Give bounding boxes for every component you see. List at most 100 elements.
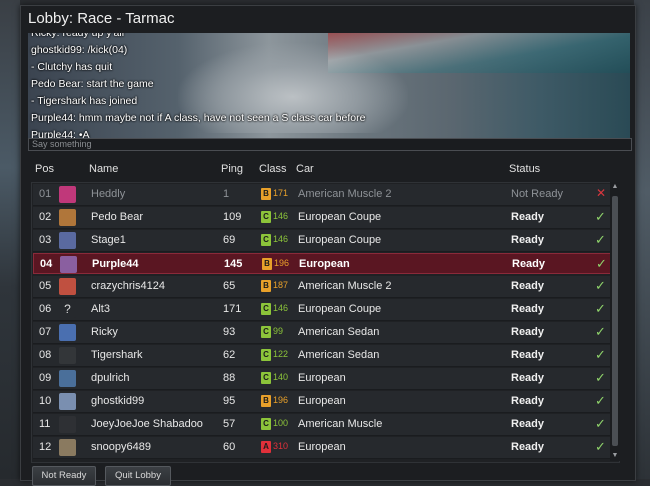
not-ready-button[interactable]: Not Ready [32, 466, 96, 486]
chat-line: Purple44: hmm maybe not if A class, have… [31, 112, 366, 124]
col-name: Name [89, 163, 119, 175]
class-badge: B [262, 258, 272, 270]
check-icon: ✓ [595, 301, 606, 316]
player-pos: 09 [39, 372, 52, 384]
performance-index: 171 [273, 188, 289, 198]
class-badge: B [261, 280, 271, 292]
player-name: snoopy6489 [91, 441, 151, 453]
check-icon: ✓ [596, 256, 607, 271]
player-car: European Coupe [298, 303, 382, 315]
player-pos: 04 [40, 258, 53, 270]
class-badge: C [261, 372, 271, 384]
player-pos: 05 [39, 280, 52, 292]
player-car: European [298, 441, 346, 453]
player-row[interactable]: 05 crazychris4124 65 B 187 American Muscle 2 R… [33, 276, 618, 298]
player-car: European [298, 395, 346, 407]
x-icon: ✕ [596, 186, 607, 200]
player-ping: 60 [223, 441, 236, 453]
player-pos: 11 [39, 418, 51, 430]
scroll-down-icon[interactable]: ▼ [610, 451, 620, 461]
player-status: Ready [511, 441, 545, 453]
player-row[interactable]: 06? Alt3 171 C 146 European Coupe Ready ✓ [33, 299, 618, 321]
player-ping: 62 [223, 349, 236, 361]
background-right [634, 0, 650, 479]
col-ping: Ping [221, 163, 244, 175]
avatar [60, 256, 77, 273]
player-row[interactable]: 10 ghostkid99 95 B 196 European Ready ✓ [33, 391, 618, 413]
avatar [59, 324, 76, 341]
player-name: Pedo Bear [91, 211, 143, 223]
check-icon: ✓ [595, 324, 606, 339]
class-badge: C [261, 349, 271, 361]
player-name: ghostkid99 [91, 395, 145, 407]
performance-index: 146 [273, 303, 289, 313]
class-badge: A [261, 441, 271, 453]
check-icon: ✓ [595, 439, 606, 454]
player-row[interactable]: 01 Heddly 1 B 171 American Muscle 2 Not Ready ✕ [33, 184, 618, 206]
player-ping: 93 [223, 326, 236, 338]
check-icon: ✓ [595, 416, 606, 431]
player-status: Ready [511, 372, 545, 384]
player-row[interactable]: 02 Pedo Bear 109 C 146 European Coupe Ready ✓ [33, 207, 618, 229]
chat-log: Ricky: ready up y'all ghostkid99: /kick(0… [28, 33, 630, 139]
player-name: JoeyJoeJoe Shabadoo [91, 418, 203, 430]
player-name: Purple44 [92, 258, 139, 270]
player-car: American Sedan [298, 326, 380, 338]
chat-line: Pedo Bear: start the game [31, 78, 154, 90]
player-ping: 69 [223, 234, 236, 246]
check-icon: ✓ [595, 278, 606, 293]
player-row[interactable]: 07 Ricky 93 C 99 American Sedan Ready ✓ [33, 322, 618, 344]
performance-index: 140 [273, 372, 289, 382]
performance-index: 100 [273, 418, 289, 428]
player-status: Ready [511, 395, 545, 407]
player-row[interactable]: 12 snoopy6489 60 A 310 European Ready ✓ [33, 437, 618, 459]
player-name: dpulrich [91, 372, 130, 384]
check-icon: ✓ [595, 370, 606, 385]
scrollbar[interactable]: ▲ ▼ [610, 182, 620, 461]
chat-line: - Clutchy has quit [31, 61, 113, 73]
class-badge: C [261, 234, 271, 246]
player-row[interactable]: 03 Stage1 69 C 146 European Coupe Ready ✓ [33, 230, 618, 252]
check-icon: ✓ [595, 232, 606, 247]
lobby-panel: Lobby: Race - Tarmac Ricky: ready up y'a… [20, 5, 636, 486]
chat-input[interactable]: Say something [28, 138, 632, 151]
avatar [59, 278, 76, 295]
player-car: American Muscle 2 [298, 188, 392, 200]
player-row[interactable]: 08 Tigershark 62 C 122 American Sedan Ready ✓ [33, 345, 618, 367]
class-badge: C [261, 211, 271, 223]
avatar [59, 232, 76, 249]
col-car: Car [296, 163, 314, 175]
player-pos: 03 [39, 234, 52, 246]
lobby-title: Lobby: Race - Tarmac [28, 10, 175, 27]
scroll-thumb[interactable] [612, 196, 618, 446]
player-car: American Sedan [298, 349, 380, 361]
scroll-up-icon[interactable]: ▲ [610, 182, 620, 192]
player-row[interactable]: 11 JoeyJoeJoe Shabadoo 57 C 100 American Musc… [33, 414, 618, 436]
player-car: American Muscle 2 [298, 280, 392, 292]
avatar [59, 416, 76, 433]
player-status: Ready [511, 349, 545, 361]
chat-line: - Tigershark has joined [31, 95, 138, 107]
player-ping: 57 [223, 418, 236, 430]
player-row[interactable]: 04 Purple44 145 B 196 European Ready ✓ [33, 253, 618, 274]
performance-index: 196 [274, 258, 290, 268]
performance-index: 310 [273, 441, 289, 451]
quit-lobby-button[interactable]: Quit Lobby [105, 466, 171, 486]
avatar: ? [59, 301, 76, 318]
class-badge: C [261, 303, 271, 315]
performance-index: 146 [273, 211, 289, 221]
player-car: American Muscle [298, 418, 383, 430]
player-ping: 171 [223, 303, 242, 315]
player-car: European Coupe [298, 211, 382, 223]
col-class: Class [259, 163, 287, 175]
player-pos: 02 [39, 211, 52, 223]
chat-lines: Ricky: ready up y'all ghostkid99: /kick(0… [31, 33, 365, 139]
player-status: Ready [511, 326, 545, 338]
player-status: Ready [511, 303, 545, 315]
player-row[interactable]: 09 dpulrich 88 C 140 European Ready ✓ [33, 368, 618, 390]
performance-index: 187 [273, 280, 289, 290]
avatar [59, 209, 76, 226]
chat-line: ghostkid99: /kick(04) [31, 44, 128, 56]
avatar [59, 370, 76, 387]
check-icon: ✓ [595, 393, 606, 408]
